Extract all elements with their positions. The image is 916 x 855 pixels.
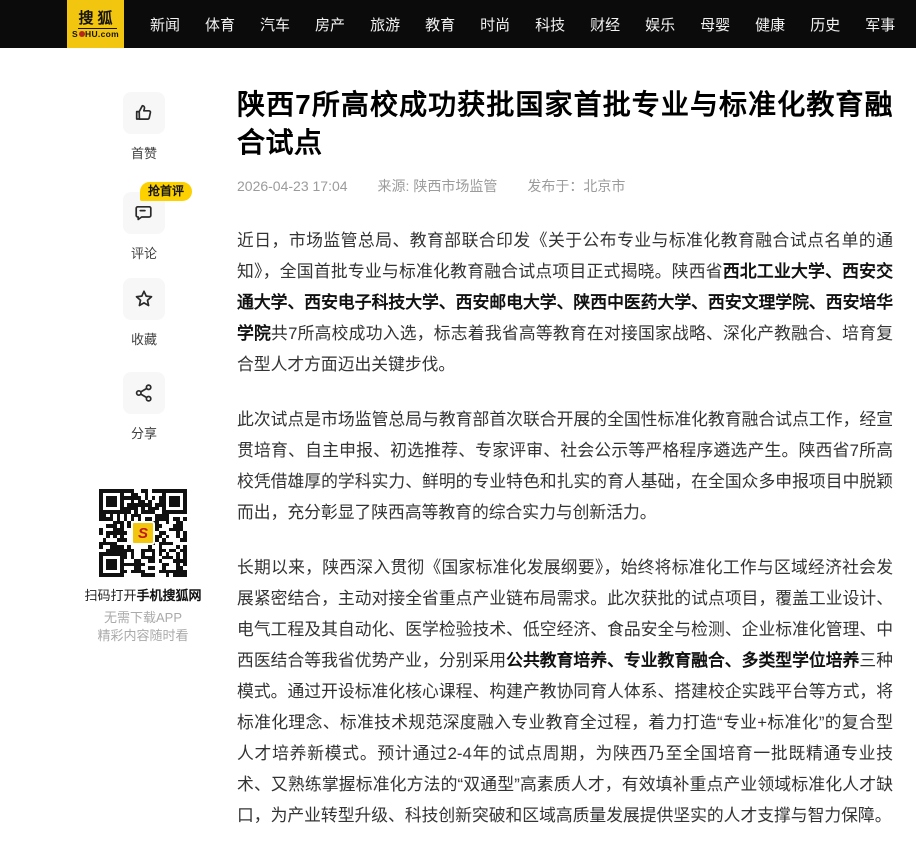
- logo-char: 狐: [98, 10, 117, 29]
- article: 陕西7所高校成功获批国家首批专业与标准化教育融合试点 2026-04-23 17…: [237, 86, 893, 855]
- qr-subtext: 无需下载APP精彩内容随时看: [81, 609, 205, 645]
- publish-date: 2026-04-23 17:04: [237, 178, 348, 194]
- qr-code: S: [99, 489, 187, 577]
- nav-item-军事[interactable]: 军事: [865, 14, 895, 35]
- article-body: 近日，市场监管总局、教育部联合印发《关于公布专业与标准化教育融合试点名单的通知》…: [237, 225, 893, 831]
- share-button[interactable]: [123, 372, 165, 414]
- sohu-qr-logo-icon: S: [131, 521, 155, 545]
- nav-item-体育[interactable]: 体育: [205, 14, 235, 35]
- star-icon: [132, 287, 156, 311]
- nav-item-房产[interactable]: 房产: [315, 14, 345, 35]
- thumbs-up-icon: [132, 101, 156, 125]
- paragraph-segment: 此次试点是市场监管总局与教育部首次联合开展的全国性标准化教育融合试点工作，经宣贯…: [237, 410, 893, 522]
- nav-item-旅游[interactable]: 旅游: [370, 14, 400, 35]
- article-paragraph: 近日，市场监管总局、教育部联合印发《关于公布专业与标准化教育融合试点名单的通知》…: [237, 225, 893, 380]
- action-share: 分享: [123, 372, 165, 442]
- sohu-logo[interactable]: 搜狐 SHU.com: [67, 0, 124, 48]
- first-comment-badge[interactable]: 抢首评: [140, 182, 192, 201]
- article-title: 陕西7所高校成功获批国家首批专业与标准化教育融合试点: [237, 86, 893, 162]
- nav-item-财经[interactable]: 财经: [590, 14, 620, 35]
- action-comment: 抢首评评论: [123, 192, 165, 262]
- action-like: 首赞: [123, 92, 165, 162]
- paragraph-segment: 三种模式。通过开设标准化核心课程、构建产教协同育人体系、搭建校企实践平台等方式，…: [237, 651, 893, 825]
- publish-location: 发布于：北京市: [527, 176, 625, 196]
- fox-o-icon: [79, 31, 85, 37]
- paragraph-bold-segment: 公共教育培养、专业教育融合、多类型学位培养: [506, 651, 859, 670]
- comment-label: 评论: [123, 243, 165, 262]
- article-paragraph: 此次试点是市场监管总局与教育部首次联合开展的全国性标准化教育融合试点工作，经宣贯…: [237, 404, 893, 528]
- logo-char: 搜: [78, 10, 97, 29]
- nav-item-时尚[interactable]: 时尚: [480, 14, 510, 35]
- nav-item-科技[interactable]: 科技: [535, 14, 565, 35]
- nav-item-教育[interactable]: 教育: [425, 14, 455, 35]
- share-label: 分享: [123, 423, 165, 442]
- top-header: 搜狐 SHU.com 新闻 体育 汽车 房产 旅游 教育 时尚 科技 财经 娱乐 母婴 健康 历史 军事: [0, 0, 916, 48]
- favorite-button[interactable]: [123, 278, 165, 320]
- nav-item-新闻[interactable]: 新闻: [150, 14, 180, 35]
- qr-caption: 扫码打开手机搜狐网: [81, 585, 205, 604]
- article-paragraph: 长期以来，陕西深入贯彻《国家标准化发展纲要》，始终将标准化工作与区域经济社会发展…: [237, 552, 893, 831]
- paragraph-segment: 共7所高校成功入选，标志着我省高等教育在对接国家战略、深化产教融合、培育复合型人…: [237, 324, 893, 374]
- nav-item-历史[interactable]: 历史: [810, 14, 840, 35]
- comment-icon: [132, 201, 156, 225]
- top-nav: 新闻 体育 汽车 房产 旅游 教育 时尚 科技 财经 娱乐 母婴 健康 历史 军事: [150, 0, 895, 48]
- nav-item-母婴[interactable]: 母婴: [700, 14, 730, 35]
- comment-button[interactable]: 抢首评: [123, 192, 165, 234]
- action-favorite: 收藏: [123, 278, 165, 348]
- article-source[interactable]: 来源: 陕西市场监管: [378, 176, 498, 196]
- nav-item-汽车[interactable]: 汽车: [260, 14, 290, 35]
- nav-item-健康[interactable]: 健康: [755, 14, 785, 35]
- article-meta: 2026-04-23 17:04 来源: 陕西市场监管 发布于：北京市: [237, 176, 893, 196]
- share-icon: [132, 381, 156, 405]
- qr-block: S 扫码打开手机搜狐网 无需下载APP精彩内容随时看: [81, 489, 205, 645]
- like-label: 首赞: [123, 143, 165, 162]
- favorite-label: 收藏: [123, 329, 165, 348]
- nav-item-娱乐[interactable]: 娱乐: [645, 14, 675, 35]
- sohu-logo-domain: SHU.com: [72, 29, 119, 39]
- sohu-logo-wordmark: 搜狐: [74, 10, 116, 27]
- like-button[interactable]: [123, 92, 165, 134]
